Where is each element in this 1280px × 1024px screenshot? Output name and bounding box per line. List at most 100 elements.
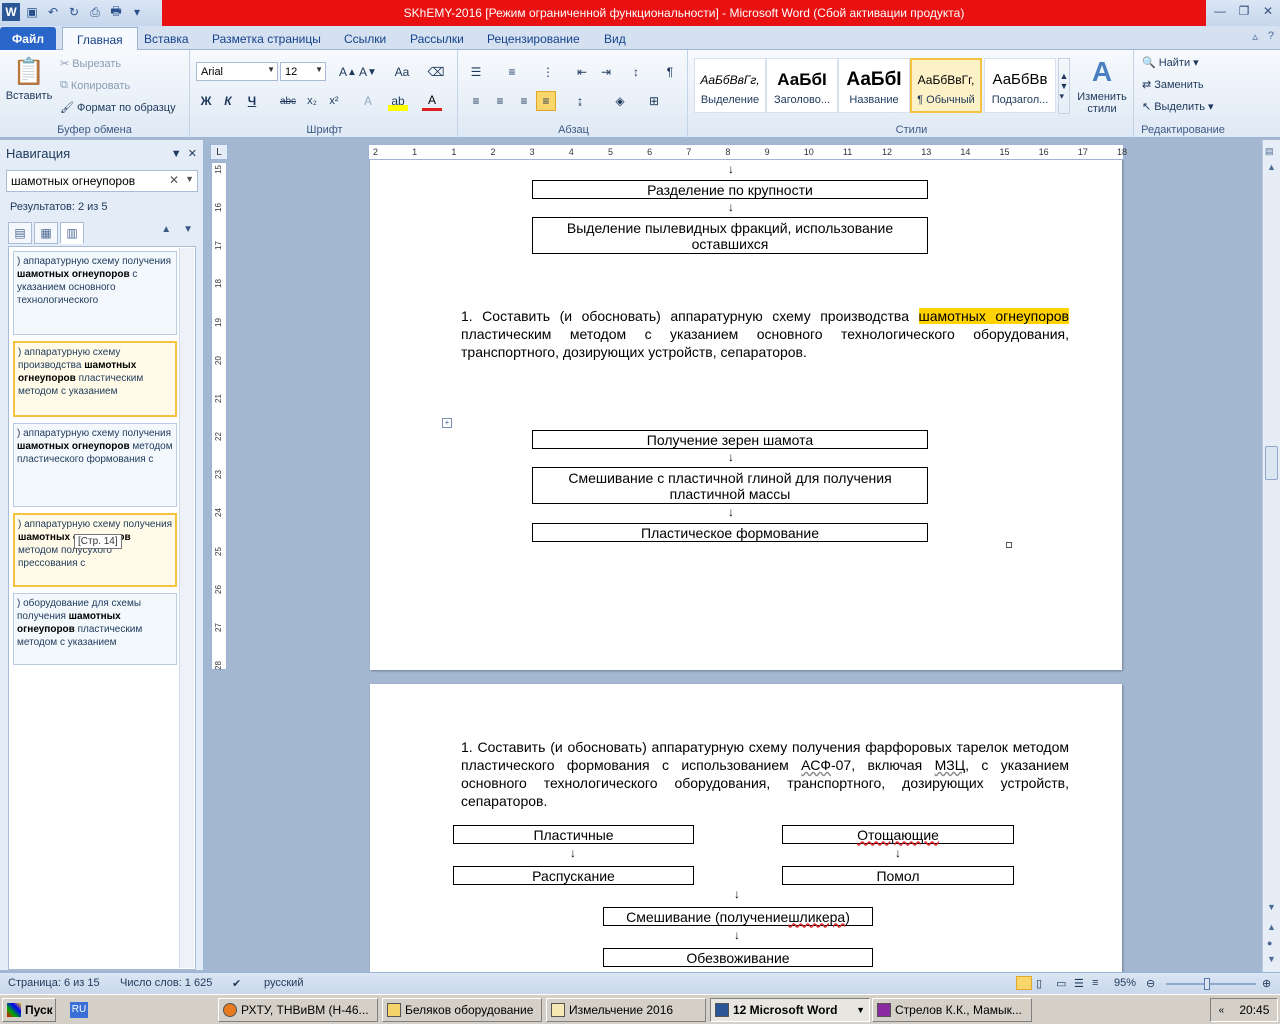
- full-reading-icon[interactable]: ▯: [1036, 977, 1042, 990]
- style-heading[interactable]: АаБбІ Заголово...: [766, 58, 838, 113]
- redo-icon[interactable]: ↻: [65, 3, 83, 21]
- style-subtitle[interactable]: АаБбВв Подзагол...: [984, 58, 1056, 113]
- tab-view[interactable]: Вид: [590, 27, 640, 50]
- search-result-card-current[interactable]: ) аппаратурную схему получения шамотных …: [13, 513, 177, 587]
- table-move-handle-icon[interactable]: +: [442, 418, 452, 428]
- tab-insert[interactable]: Вставка: [130, 27, 203, 50]
- styles-scroll-icon[interactable]: ▲ ▼ ▾: [1058, 58, 1070, 114]
- line-spacing-icon[interactable]: ↨: [570, 91, 590, 111]
- tab-selector[interactable]: L: [210, 144, 228, 160]
- previous-result-icon[interactable]: ▲: [161, 224, 171, 235]
- font-size-combo[interactable]: 12 ▼: [280, 62, 326, 81]
- vertical-ruler[interactable]: 15 16 17 18 19 20 21 22 23 24 25 26 27 28: [211, 162, 227, 670]
- numbering-icon[interactable]: ≡: [502, 62, 522, 82]
- highlight-icon[interactable]: ab: [388, 91, 408, 111]
- increase-indent-icon[interactable]: ⇥: [596, 62, 616, 82]
- resize-handle-icon[interactable]: [1006, 542, 1012, 548]
- select-button[interactable]: ↖ Выделить ▾: [1142, 100, 1214, 114]
- sort-icon[interactable]: ↕: [626, 62, 646, 82]
- change-styles-button[interactable]: A Изменить стили: [1074, 56, 1130, 115]
- web-layout-icon[interactable]: ▭: [1056, 977, 1066, 990]
- pages-view-icon[interactable]: ▦: [34, 222, 58, 244]
- draft-view-icon[interactable]: ≡: [1092, 977, 1098, 989]
- help-icon[interactable]: ?: [1268, 30, 1274, 43]
- tab-page-layout[interactable]: Разметка страницы: [198, 27, 335, 50]
- maximize-icon[interactable]: ❐: [1232, 0, 1256, 22]
- minimize-ribbon-icon[interactable]: ▵: [1252, 30, 1258, 43]
- close-pane-icon[interactable]: ✕: [188, 148, 197, 160]
- zoom-level[interactable]: 95%: [1114, 977, 1136, 989]
- align-left-icon[interactable]: ≡: [466, 91, 486, 111]
- borders-icon[interactable]: ⊞: [644, 91, 664, 111]
- undo-icon[interactable]: ↶: [44, 3, 62, 21]
- nav-search-input[interactable]: шамотных огнеупоров ✕ ▼: [6, 170, 198, 192]
- taskbar-item-pdf[interactable]: Стрелов К.К., Мамык...: [872, 998, 1032, 1022]
- copy-button[interactable]: ⧉ Копировать: [60, 79, 130, 92]
- word-count[interactable]: Число слов: 1 625: [120, 977, 212, 989]
- tab-home[interactable]: Главная: [62, 27, 138, 51]
- word-app-icon[interactable]: W: [2, 3, 20, 21]
- start-button[interactable]: Пуск: [2, 998, 56, 1022]
- grow-font-icon[interactable]: A ▲: [338, 62, 358, 82]
- quick-print-icon[interactable]: 🖶: [107, 3, 125, 21]
- browse-object-icon[interactable]: ●: [1267, 938, 1272, 948]
- tray-expand-icon[interactable]: «: [1219, 1005, 1225, 1016]
- bullets-icon[interactable]: ☰: [466, 62, 486, 82]
- next-result-icon[interactable]: ▼: [183, 224, 193, 235]
- results-scrollbar[interactable]: [179, 248, 194, 968]
- text-effects-icon[interactable]: A: [358, 91, 378, 111]
- font-name-combo[interactable]: Arial ▼: [196, 62, 278, 81]
- close-icon[interactable]: ✕: [1256, 0, 1280, 22]
- italic-icon[interactable]: К: [218, 91, 238, 111]
- style-normal[interactable]: АаБбВвГг, ¶ Обычный: [910, 58, 982, 113]
- zoom-in-icon[interactable]: ⊕: [1262, 977, 1271, 990]
- multilevel-list-icon[interactable]: ⋮: [538, 62, 558, 82]
- print-preview-icon[interactable]: ⎙: [86, 3, 104, 21]
- bold-icon[interactable]: Ж: [196, 91, 216, 111]
- tab-mailings[interactable]: Рассылки: [396, 27, 478, 50]
- spellcheck-icon[interactable]: ✔: [232, 977, 241, 990]
- document-area[interactable]: ↓ Разделение по крупности ↓ Выделение пы…: [230, 160, 1260, 972]
- paste-button[interactable]: 📋 Вставить: [6, 56, 53, 102]
- outline-view-icon[interactable]: ☰: [1074, 977, 1084, 990]
- style-title[interactable]: АаБбІ Название: [838, 58, 910, 113]
- search-result-card[interactable]: ) аппаратурную схему получения шамотных …: [13, 251, 177, 335]
- clear-search-icon[interactable]: ✕: [169, 173, 179, 187]
- language[interactable]: русский: [264, 977, 303, 989]
- vertical-scrollbar[interactable]: ▤ ▲ ▼ ▲ ● ▼: [1262, 140, 1280, 972]
- align-center-icon[interactable]: ≡: [490, 91, 510, 111]
- scroll-thumb[interactable]: [1265, 446, 1278, 480]
- taskbar-item-word[interactable]: 12 Microsoft Word ▼: [710, 998, 870, 1022]
- zoom-slider[interactable]: [1166, 983, 1256, 985]
- language-indicator[interactable]: RU: [70, 1002, 88, 1018]
- shading-icon[interactable]: ◈: [610, 91, 630, 111]
- decrease-indent-icon[interactable]: ⇤: [572, 62, 592, 82]
- cut-button[interactable]: ✂ Вырезать: [60, 57, 121, 71]
- results-view-icon[interactable]: ▥: [60, 222, 84, 244]
- taskbar-item-browser[interactable]: РХТУ, ТНВиВМ (Н-46...: [218, 998, 378, 1022]
- page-count[interactable]: Страница: 6 из 15: [8, 977, 100, 989]
- previous-page-icon[interactable]: ▲: [1267, 922, 1276, 932]
- underline-icon[interactable]: Ч: [242, 91, 262, 111]
- show-marks-icon[interactable]: ¶: [660, 62, 680, 82]
- style-emphasis[interactable]: АаБбВвГг, Выделение: [694, 58, 766, 113]
- headings-view-icon[interactable]: ▤: [8, 222, 32, 244]
- next-page-icon[interactable]: ▼: [1267, 954, 1276, 964]
- clear-formatting-icon[interactable]: ⌫: [426, 62, 446, 82]
- search-result-card[interactable]: ) оборудование для схемы получения шамот…: [13, 593, 177, 665]
- align-right-icon[interactable]: ≡: [514, 91, 534, 111]
- scroll-up-icon[interactable]: ▲: [1267, 162, 1276, 172]
- change-case-icon[interactable]: Aa: [392, 62, 412, 82]
- search-result-card[interactable]: ) аппаратурную схему получения шамотных …: [13, 423, 177, 507]
- ruler-toggle-icon[interactable]: ▤: [1265, 146, 1274, 157]
- strikethrough-icon[interactable]: abc: [278, 91, 298, 111]
- justify-icon[interactable]: ≡: [536, 91, 556, 111]
- taskbar-item-document[interactable]: Измельчение 2016: [546, 998, 706, 1022]
- customize-qat-icon[interactable]: ▾: [128, 3, 146, 21]
- find-button[interactable]: 🔍 Найти ▾: [1142, 56, 1199, 70]
- tab-references[interactable]: Ссылки: [330, 27, 400, 50]
- scroll-down-icon[interactable]: ▼: [1267, 902, 1276, 912]
- shrink-font-icon[interactable]: A ▼: [358, 62, 378, 82]
- zoom-slider-thumb[interactable]: [1204, 978, 1210, 990]
- superscript-icon[interactable]: x²: [324, 91, 344, 111]
